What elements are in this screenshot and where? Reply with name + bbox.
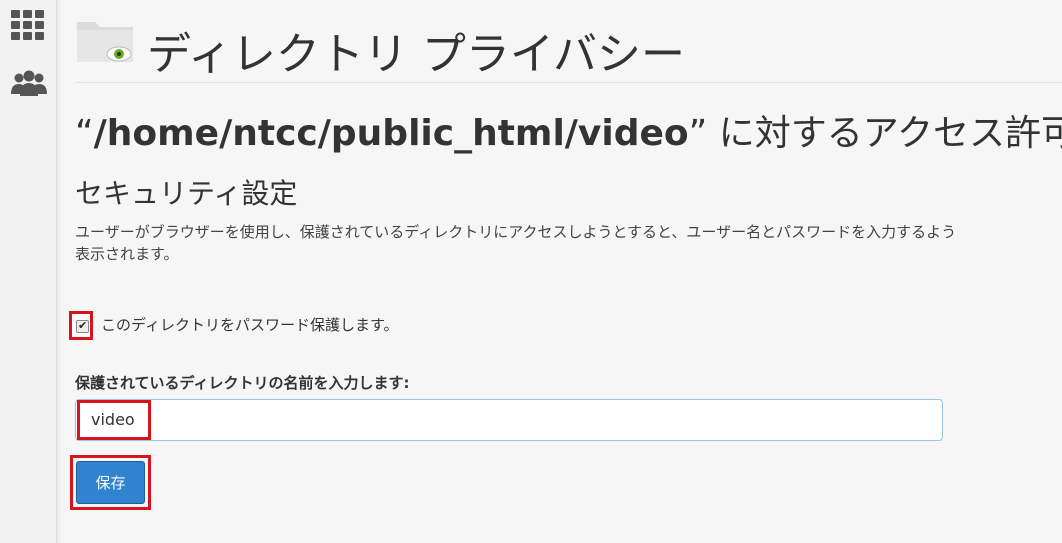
directory-heading-suffix: に対するアクセス許可を [718,113,1062,154]
directory-name-value[interactable]: video [91,410,135,429]
description-line-2: 表示されます。 [75,245,179,263]
users-icon[interactable] [9,68,49,108]
directory-name-label: 保護されているディレクトリの名前を入力します: [75,374,410,392]
apps-grid-icon[interactable] [9,8,49,48]
page-title: ディレクトリ プライバシー [147,29,686,80]
save-button[interactable]: 保存 [76,461,145,504]
directory-name-input[interactable] [75,399,943,441]
directory-heading: “/home/ntcc/public_html/video” に対するアクセス許… [75,104,1062,156]
check-mark-icon: ✔ [78,319,88,332]
main-content: ディレクトリ プライバシー “/home/ntcc/public_html/vi… [57,0,1062,543]
protect-checkbox-label[interactable]: このディレクトリをパスワード保護します。 [101,314,398,335]
directory-path: /home/ntcc/public_html/video [93,113,689,154]
description-line-1: ユーザーがブラウザーを使用し、保護されているディレクトリにアクセスしようとすると… [75,223,957,241]
security-settings-title: セキュリティ設定 [75,177,298,210]
page-header: ディレクトリ プライバシー [75,10,1062,83]
security-description: ユーザーがブラウザーを使用し、保護されているディレクトリにアクセスしようとすると… [75,221,1062,265]
protect-checkbox-highlight: ✔ [69,311,93,340]
quote-open: “ [75,113,94,154]
sidebar [0,0,57,543]
protect-checkbox[interactable]: ✔ [76,319,89,333]
quote-close: ” [688,113,708,154]
folder-eye-icon [75,16,135,64]
